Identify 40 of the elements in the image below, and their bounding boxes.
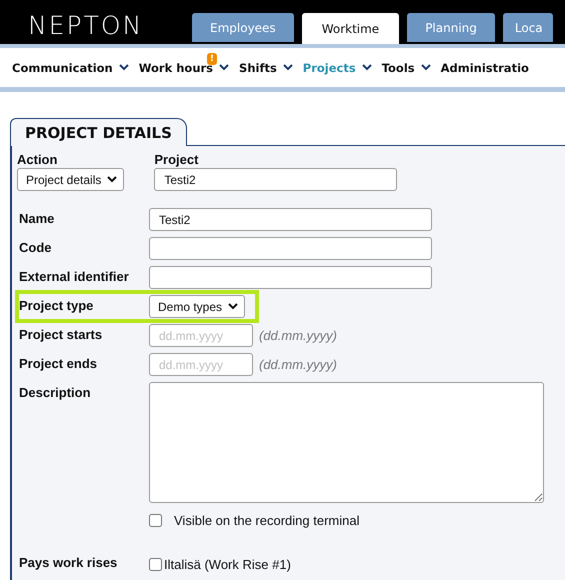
- project-type-select[interactable]: Demo types: [149, 295, 246, 318]
- action-select[interactable]: Project details: [17, 168, 124, 191]
- notification-badge: !: [206, 52, 218, 64]
- date-format-hint: (dd.mm.yyyy): [259, 356, 337, 372]
- field-label: Name: [19, 210, 56, 226]
- date-field[interactable]: dd.mm.yyyy: [149, 324, 253, 347]
- description-field[interactable]: [149, 382, 544, 503]
- field-label: Pays work rises: [19, 554, 118, 570]
- text-field[interactable]: [149, 237, 432, 260]
- field-label: External identifier: [19, 268, 130, 284]
- checkbox[interactable]: [149, 514, 162, 527]
- field-label: Code: [19, 239, 52, 255]
- checkbox-label: Visible on the recording terminal: [174, 513, 360, 528]
- chevron-down-icon: [282, 64, 293, 71]
- text-field[interactable]: [149, 266, 432, 289]
- date-format-hint: (dd.mm.yyyy): [259, 327, 337, 343]
- menu-item[interactable]: Administratio: [440, 60, 529, 74]
- field-label: Project starts: [19, 326, 104, 342]
- chevron-down-icon: [362, 64, 372, 71]
- chevron-down-icon: [107, 176, 118, 183]
- checkbox-label: Iltalisä (Work Rise #1): [164, 557, 291, 572]
- field-label: Action: [17, 152, 58, 167]
- date-field[interactable]: dd.mm.yyyy: [149, 353, 253, 376]
- chevron-down-icon: [228, 303, 238, 310]
- module-tab[interactable]: Worktime: [302, 13, 400, 44]
- field-label: Project ends: [19, 355, 98, 371]
- checkbox[interactable]: [149, 558, 162, 571]
- chevron-down-icon: [420, 64, 431, 71]
- menu-item[interactable]: Projects: [302, 60, 356, 74]
- chevron-down-icon: [118, 64, 129, 71]
- text-field[interactable]: Testi2: [149, 208, 432, 231]
- field-label: Project type: [19, 297, 94, 313]
- project-field[interactable]: Testi2: [154, 168, 398, 191]
- field-label: Description: [19, 384, 92, 400]
- field-label: Project: [154, 152, 200, 167]
- chevron-down-icon: [219, 64, 230, 71]
- logo: NEPTON: [28, 10, 144, 40]
- menu-item[interactable]: Shifts: [239, 60, 277, 74]
- menu-item[interactable]: Communication: [12, 60, 113, 74]
- menu-item[interactable]: Tools: [382, 60, 415, 74]
